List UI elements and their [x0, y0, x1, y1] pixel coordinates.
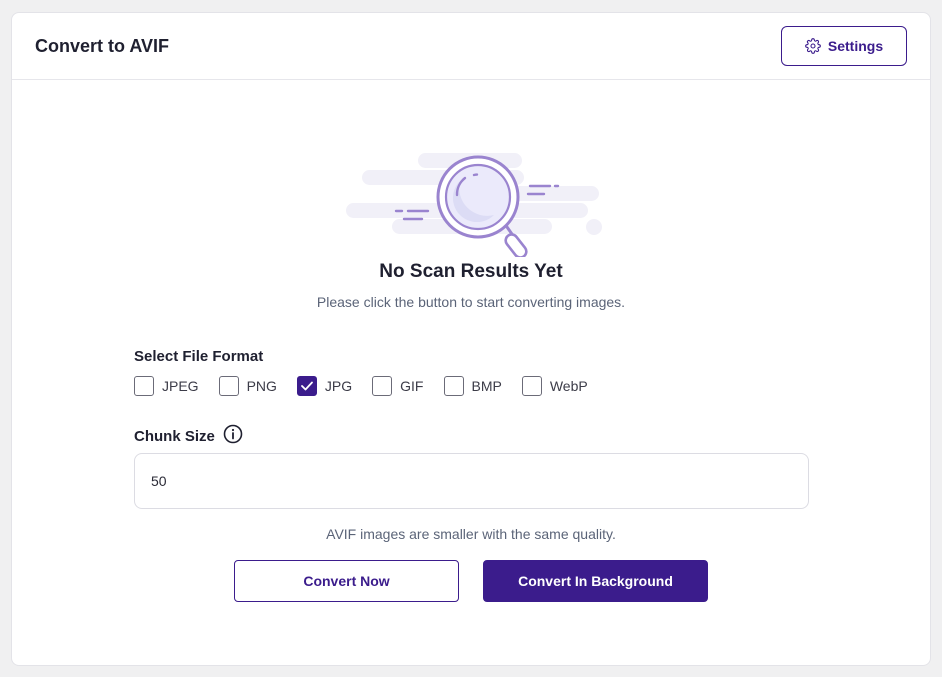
format-label-jpeg: JPEG [162, 378, 199, 394]
checkbox-gif[interactable] [372, 376, 393, 396]
format-label-bmp: BMP [471, 378, 502, 394]
settings-label: Settings [827, 38, 884, 54]
format-option-webp[interactable]: WebP [521, 376, 588, 396]
avif-note: AVIF images are smaller with the same qu… [326, 526, 616, 542]
format-option-jpg[interactable]: JPG [296, 376, 353, 396]
file-format-options: JPEG PNG JPG GIF BMP WebP [134, 376, 608, 396]
page-title: Convert to AVIF [35, 35, 169, 56]
checkmark-icon [301, 381, 313, 391]
format-label-gif: GIF [400, 378, 424, 394]
checkbox-jpeg[interactable] [134, 376, 154, 396]
format-label-png: PNG [246, 378, 277, 394]
magnifier-illustration [344, 151, 604, 259]
checkbox-jpg[interactable] [296, 376, 317, 396]
empty-state-title: No Scan Results Yet [379, 261, 563, 282]
settings-button[interactable]: Settings [781, 26, 907, 66]
convert-now-button[interactable]: Convert Now [234, 560, 459, 602]
chunk-size-input[interactable] [134, 453, 809, 509]
card-header: Convert to AVIF Settings [12, 13, 930, 80]
file-format-label: Select File Format [134, 348, 264, 365]
convert-in-background-button[interactable]: Convert In Background [483, 560, 708, 602]
format-option-png[interactable]: PNG [218, 376, 277, 396]
chunk-size-label: Chunk Size [134, 427, 215, 445]
chunk-size-label-row: Chunk Size [134, 424, 243, 448]
format-label-webp: WebP [549, 378, 588, 394]
checkbox-bmp[interactable] [443, 376, 464, 396]
format-label-jpg: JPG [324, 378, 353, 394]
info-icon[interactable] [223, 424, 243, 448]
format-option-bmp[interactable]: BMP [443, 376, 502, 396]
gear-icon [805, 38, 821, 54]
converter-card: Convert to AVIF Settings No Scan Results… [11, 12, 931, 666]
format-option-jpeg[interactable]: JPEG [134, 376, 199, 396]
empty-state-subtitle: Please click the button to start convert… [316, 294, 626, 310]
checkbox-png[interactable] [218, 376, 239, 396]
format-option-gif[interactable]: GIF [372, 376, 424, 396]
checkbox-webp[interactable] [521, 376, 542, 396]
